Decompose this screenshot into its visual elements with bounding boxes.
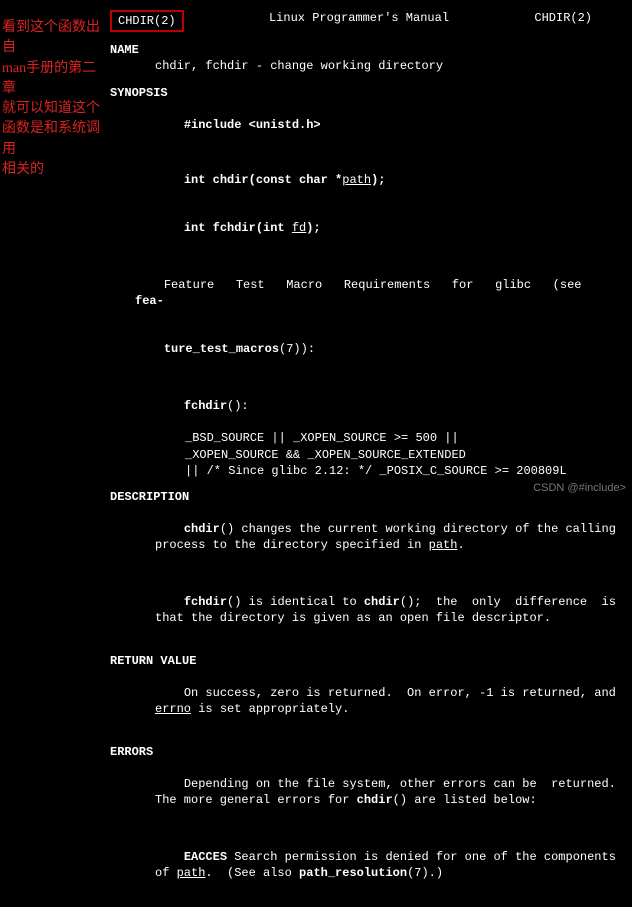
eacces-pathres: path_resolution	[299, 866, 407, 880]
man-header-center: Linux Programmer's Manual	[269, 10, 449, 32]
man-header-right: CHDIR(2)	[534, 10, 592, 32]
proto1-arg: path	[342, 173, 371, 187]
fchdir-fn: fchdir	[184, 399, 227, 413]
proto2-post: );	[306, 221, 320, 235]
section-name-text: chdir, fchdir - change working directory	[110, 58, 622, 74]
desc-fn2a: fchdir	[184, 595, 227, 609]
err-t3: () are listed below:	[393, 793, 537, 807]
watermark: CSDN @#include>	[533, 481, 626, 496]
synopsis-ftm: Feature Test Macro Requirements for glib…	[110, 260, 622, 325]
desc-t1: () changes the current working directory…	[155, 522, 623, 552]
macro-line2: _XOPEN_SOURCE && _XOPEN_SOURCE_EXTENDED	[110, 447, 622, 463]
section-name-head: NAME	[110, 42, 622, 58]
man-header: CHDIR(2) Linux Programmer's Manual CHDIR…	[110, 10, 622, 32]
ftm2-bold: ture_test_macros	[164, 342, 279, 356]
proto1-pre: int chdir(const char *	[184, 173, 342, 187]
section-synopsis-head: SYNOPSIS	[110, 85, 622, 101]
fchdir-label: fchdir():	[110, 382, 622, 431]
macro-line1: _BSD_SOURCE || _XOPEN_SOURCE >= 500 ||	[110, 430, 622, 446]
ftm2-tail: (7)):	[279, 342, 315, 356]
desc-fn1: chdir	[184, 522, 220, 536]
ret-t3: is set appropriately.	[191, 702, 349, 716]
eacces-path: path	[177, 866, 206, 880]
errors-text: Depending on the file system, other erro…	[110, 760, 622, 825]
desc-t2b: () is identical to	[227, 595, 364, 609]
desc-fn2c: chdir	[364, 595, 400, 609]
ftm-text: Feature Test Macro Requirements for glib…	[164, 278, 596, 292]
desc-path: path	[429, 538, 458, 552]
description-p2: fchdir() is identical to chdir(); the on…	[110, 578, 622, 643]
ret-errno: errno	[155, 702, 191, 716]
errors-eacces: EACCES Search permission is denied for o…	[110, 832, 622, 897]
ftm-bold: fea-	[135, 294, 164, 308]
err-fn: chdir	[357, 793, 393, 807]
synopsis-proto1: int chdir(const char *path);	[110, 155, 622, 204]
eacces-t3: . (See also	[205, 866, 299, 880]
eacces-label: EACCES	[184, 850, 227, 864]
return-text: On success, zero is returned. On error, …	[110, 669, 622, 734]
man-header-left: CHDIR(2)	[110, 10, 184, 32]
proto2-arg: fd	[292, 221, 306, 235]
synopsis-include: #include <unistd.h>	[110, 101, 622, 150]
ret-t1: On success, zero is returned. On error, …	[184, 686, 623, 700]
section-return-head: RETURN VALUE	[110, 653, 622, 669]
include-directive: #include	[184, 118, 249, 132]
synopsis-ftm2: ture_test_macros(7)):	[110, 325, 622, 374]
description-p1: chdir() changes the current working dire…	[110, 505, 622, 570]
synopsis-proto2: int fchdir(int fd);	[110, 204, 622, 253]
desc-t1d: .	[457, 538, 464, 552]
man-page: CHDIR(2) Linux Programmer's Manual CHDIR…	[0, 0, 632, 907]
eacces-t5: (7).)	[407, 866, 443, 880]
section-errors-head: ERRORS	[110, 744, 622, 760]
proto2-pre: int fchdir(int	[184, 221, 292, 235]
include-header: <unistd.h>	[249, 118, 321, 132]
proto1-post: );	[371, 173, 385, 187]
macro-line3: || /* Since glibc 2.12: */ _POSIX_C_SOUR…	[110, 463, 622, 479]
fchdir-paren: ():	[227, 399, 249, 413]
